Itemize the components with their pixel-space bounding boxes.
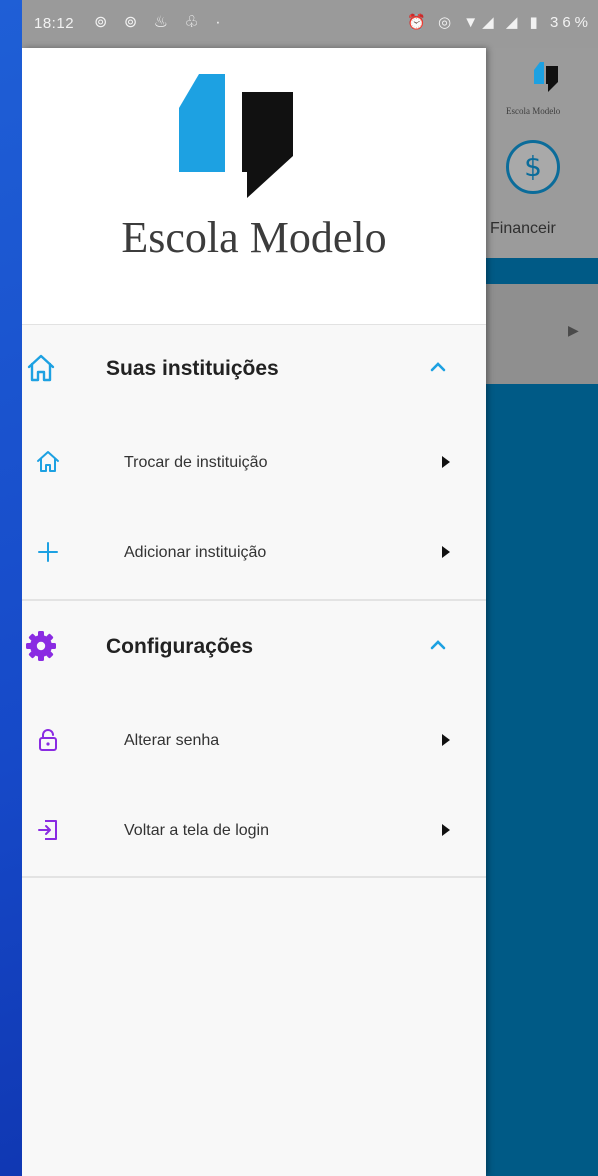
background-app-header: Escola Modelo $ Financeir	[486, 48, 598, 258]
home-icon	[27, 354, 55, 382]
caret-right-icon	[442, 824, 450, 836]
background-brand-name: Escola Modelo	[506, 106, 561, 116]
chevron-up-icon[interactable]	[428, 635, 448, 655]
section-divider	[22, 599, 486, 601]
status-bar: 18:12 ⊚ ⊚ ♨ ♧ · ⏰ ◎ ▼◢ ◢ ▮ 36%	[22, 0, 598, 48]
caret-right-icon	[442, 734, 450, 746]
brand-name: Escola Modelo	[121, 213, 387, 262]
menu-item-label: Voltar a tela de login	[124, 822, 269, 839]
section-title: Configurações	[106, 635, 254, 658]
menu-item-add-institution[interactable]: Adicionar instituição	[22, 518, 486, 588]
menu-item-label: Alterar senha	[124, 732, 220, 749]
chevron-up-icon[interactable]	[428, 357, 448, 377]
status-time: 18:12	[34, 15, 75, 32]
menu-item-label: Adicionar instituição	[124, 544, 267, 561]
phone-screen: 18:12 ⊚ ⊚ ♨ ♧ · ⏰ ◎ ▼◢ ◢ ▮ 36% Escola Mo…	[22, 0, 598, 1176]
caret-right-icon	[442, 546, 450, 558]
lock-icon	[39, 729, 57, 751]
gear-icon	[26, 631, 56, 661]
caret-right-icon: ▶	[568, 322, 579, 338]
dollar-icon[interactable]: $	[506, 140, 560, 194]
section-header-institutions[interactable]: Suas instituições	[22, 334, 486, 404]
caret-right-icon	[442, 456, 450, 468]
school-logo-icon	[534, 62, 558, 92]
home-icon	[37, 451, 59, 472]
login-icon	[38, 820, 57, 840]
financial-label[interactable]: Financeir	[490, 220, 556, 238]
menu-item-change-password[interactable]: Alterar senha	[22, 706, 486, 776]
background-list-row[interactable]: ▶	[486, 284, 598, 384]
background-app: Escola Modelo $ Financeir ▶	[486, 48, 598, 1176]
menu-item-back-to-login[interactable]: Voltar a tela de login	[22, 796, 486, 866]
plus-icon	[38, 542, 58, 562]
navigation-drawer: Escola Modelo Suas instituições Trocar d…	[22, 48, 486, 1176]
menu-item-label: Trocar de instituição	[124, 454, 268, 471]
school-logo-icon	[179, 74, 293, 198]
notification-icons: ⊚ ⊚ ♨ ♧ ·	[94, 14, 227, 31]
menu-item-switch-institution[interactable]: Trocar de instituição	[22, 428, 486, 498]
section-divider	[22, 876, 486, 878]
section-header-settings[interactable]: Configurações	[22, 612, 486, 682]
system-status-icons: ⏰ ◎ ▼◢ ◢ ▮ 36%	[407, 14, 592, 31]
section-title: Suas instituições	[106, 357, 279, 380]
drawer-header: Escola Modelo	[22, 48, 486, 325]
background-content	[486, 384, 598, 1176]
